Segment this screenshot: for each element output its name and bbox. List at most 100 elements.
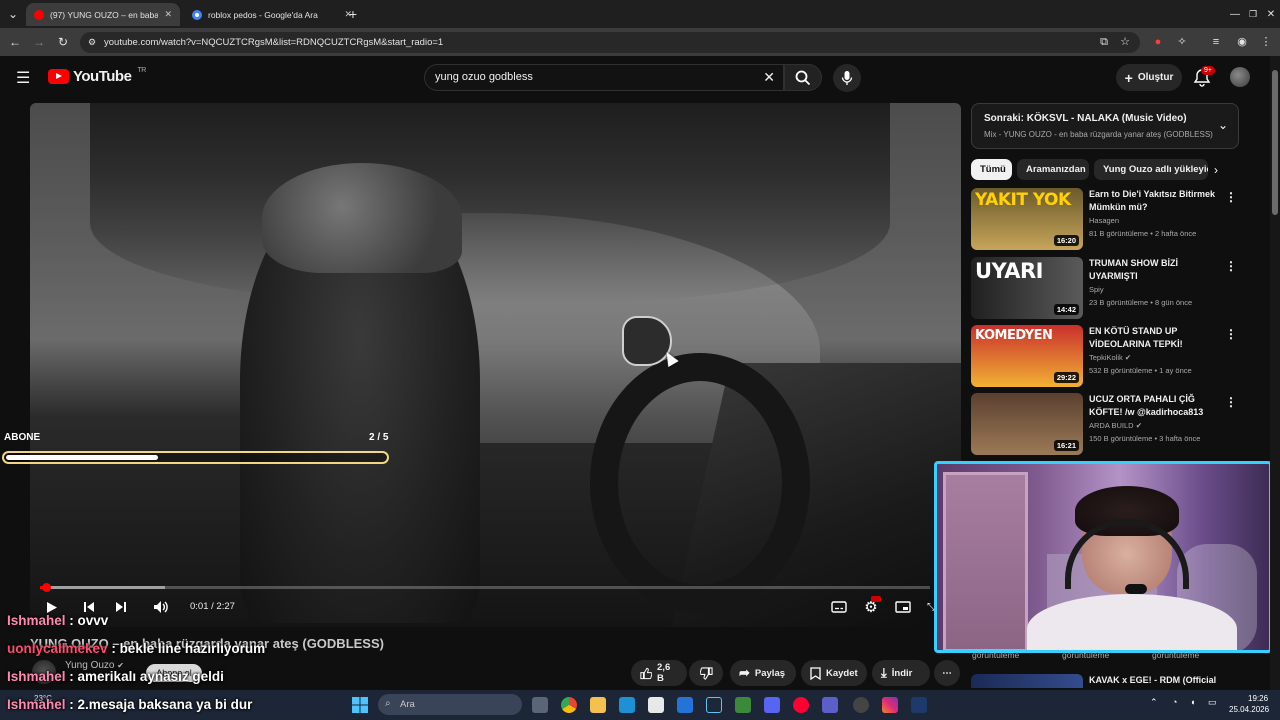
search-button[interactable] (784, 64, 822, 91)
instagram-icon[interactable] (882, 697, 898, 713)
share-button[interactable]: ➦ Paylaş (730, 660, 796, 686)
steam-icon[interactable] (706, 697, 722, 713)
recommendation-channel[interactable]: TepkiKolik ✔ (1089, 353, 1131, 362)
video-thumbnail[interactable] (971, 674, 1083, 688)
volume-tray-icon[interactable]: ◖ (1190, 697, 1195, 707)
recommendation-item[interactable]: UYARI 14:42 TRUMAN SHOW BİZİ UYARMIŞTI S… (971, 257, 1241, 319)
close-window-icon[interactable]: ✕ (1262, 5, 1280, 23)
extensions-puzzle-icon[interactable]: ✧ (1174, 34, 1190, 50)
video-thumbnail[interactable]: YAKIT YOK 16:20 (971, 188, 1083, 250)
app-icon[interactable] (619, 697, 635, 713)
chip-from-search[interactable]: Aramanızdan (1017, 159, 1089, 180)
site-info-icon[interactable]: ⚙ (88, 37, 96, 48)
more-menu-icon[interactable]: ⋮ (1258, 34, 1274, 50)
video-thumbnail[interactable]: KOMEDYEN 29:22 (971, 325, 1083, 387)
bookmark-star-icon[interactable]: ☆ (1117, 34, 1133, 50)
more-actions-button[interactable]: ⋯ (934, 660, 960, 686)
chevron-down-icon[interactable]: ⌄ (1218, 118, 1228, 132)
video-thumbnail[interactable]: UYARI 14:42 (971, 257, 1083, 319)
youtube-logo[interactable]: YouTube TR (48, 67, 146, 85)
clear-search-icon[interactable]: ✕ (763, 69, 775, 86)
more-vertical-icon[interactable]: ⋮ (1225, 395, 1237, 409)
task-view-icon[interactable] (532, 697, 548, 713)
minecraft-icon[interactable] (735, 697, 751, 713)
file-explorer-icon[interactable] (590, 697, 606, 713)
volume-button[interactable] (152, 598, 170, 616)
profile-icon[interactable]: ◉ (1234, 34, 1250, 50)
back-icon[interactable]: ← (6, 33, 24, 51)
chevron-right-icon[interactable]: › (1214, 163, 1218, 177)
recommendation-channel[interactable]: Spiy (1089, 285, 1104, 294)
video-thumbnail[interactable]: 16:21 (971, 393, 1083, 455)
webcam-background-door (943, 472, 1028, 650)
download-button[interactable]: ⤓ İndir (872, 660, 930, 686)
forward-icon[interactable]: → (30, 33, 48, 51)
video-player[interactable] (30, 103, 961, 627)
recommendation-item[interactable]: YAKIT YOK 16:20 Earn to Die'i Yakıtsız B… (971, 188, 1241, 250)
taskbar-clock-time[interactable]: 19:26 (1248, 694, 1268, 703)
taskbar-clock-date[interactable]: 25.04.2026 (1229, 705, 1269, 714)
recommendation-item[interactable]: 16:21 UCUZ ORTA PAHALI ÇİĞ KÖFTE! /w @ka… (971, 393, 1241, 455)
hd-badge (871, 596, 881, 602)
recommendation-item[interactable]: KOMEDYEN 29:22 EN KÖTÜ STAND UP VİDEOLAR… (971, 325, 1241, 387)
search-input[interactable]: yung ozuo godbless ✕ (424, 64, 784, 91)
close-tab-icon[interactable]: ✕ (164, 9, 172, 20)
discord-icon[interactable] (764, 697, 780, 713)
new-tab-button[interactable]: + (344, 5, 362, 23)
scrollbar-thumb[interactable] (1272, 70, 1278, 215)
chip-uploader[interactable]: Yung Ouzo adlı yükleyici (1094, 159, 1208, 180)
reading-list-icon[interactable]: ≡ (1208, 34, 1224, 50)
mail-icon[interactable] (677, 697, 693, 713)
next-button[interactable] (113, 598, 129, 616)
thumbnail-text: YAKIT YOK (975, 190, 1071, 210)
windows-start-icon[interactable] (352, 697, 368, 713)
address-bar[interactable]: ⚙ youtube.com/watch?v=NQCUZTCRgsM&list=R… (80, 32, 1140, 53)
voice-search-button[interactable] (833, 64, 861, 92)
recommendation-channel[interactable]: ARDA BUILD ✔ (1089, 421, 1142, 430)
subgoal-progress-fill (6, 455, 158, 460)
more-vertical-icon[interactable]: ⋮ (1225, 190, 1237, 204)
taskbar-search-input[interactable]: ⌕ Ara (378, 694, 522, 715)
country-code: TR (137, 67, 146, 74)
up-next-panel[interactable]: Sonraki: KÖKSVL - NALAKA (Music Video) M… (971, 103, 1239, 149)
subtitles-button[interactable] (830, 598, 848, 616)
miniplayer-button[interactable] (894, 598, 912, 616)
restore-icon[interactable]: ❐ (1244, 5, 1262, 23)
chrome-icon[interactable] (561, 697, 577, 713)
tab-youtube[interactable]: (97) YUNG OUZO – en baba rüz ✕ (26, 3, 180, 26)
recommendation-title[interactable]: UCUZ ORTA PAHALI ÇİĞ KÖFTE! /w @kadirhoc… (1089, 393, 1219, 418)
recommendation-title[interactable]: KAVAK x EGE! - RDM (Official (1089, 675, 1216, 685)
chat-username: Ishmahel (7, 697, 66, 712)
create-button[interactable]: + Oluştur (1116, 64, 1182, 91)
store-icon[interactable] (648, 697, 664, 713)
account-avatar[interactable] (1230, 67, 1250, 87)
battery-icon[interactable]: ▭ (1208, 697, 1217, 708)
like-button[interactable]: 2,6 B (631, 660, 687, 686)
recommendation-meta: 81 B görüntüleme • 2 hafta önce (1089, 229, 1197, 238)
tray-chevron-up-icon[interactable]: ⌃ (1150, 697, 1158, 708)
plus-icon: + (1124, 69, 1133, 86)
tab-search-icon[interactable]: ⌄ (4, 5, 22, 23)
minimize-icon[interactable]: — (1226, 5, 1244, 23)
obs-icon[interactable] (853, 697, 869, 713)
reload-icon[interactable]: ↻ (54, 33, 72, 51)
chip-all[interactable]: Tümü (971, 159, 1012, 180)
save-button[interactable]: Kaydet (801, 660, 867, 686)
tab-google[interactable]: roblox pedos - Google'da Ara ✕ (184, 3, 360, 26)
teams-icon[interactable] (822, 697, 838, 713)
hamburger-menu-icon[interactable]: ☰ (16, 68, 30, 88)
more-vertical-icon[interactable]: ⋮ (1225, 327, 1237, 341)
recommendation-title[interactable]: EN KÖTÜ STAND UP VİDEOLARINA TEPKİ! (1089, 325, 1219, 350)
recommendation-channel[interactable]: Hasagen (1089, 216, 1119, 225)
extension-icon[interactable]: ● (1150, 34, 1166, 50)
more-vertical-icon[interactable]: ⋮ (1225, 259, 1237, 273)
video-progress-bar[interactable] (40, 583, 930, 592)
settings-button[interactable]: ⚙ (862, 596, 881, 616)
wifi-icon[interactable]: ◔ (1172, 697, 1177, 707)
app-icon[interactable] (911, 697, 927, 713)
recommendation-title[interactable]: TRUMAN SHOW BİZİ UYARMIŞTI (1089, 257, 1219, 282)
cast-icon[interactable]: ⧉ (1096, 34, 1112, 50)
recommendation-title[interactable]: Earn to Die'i Yakıtsız Bitirmek Mümkün m… (1089, 188, 1219, 213)
dislike-button[interactable] (689, 660, 723, 686)
youtube-app-icon[interactable] (793, 697, 809, 713)
